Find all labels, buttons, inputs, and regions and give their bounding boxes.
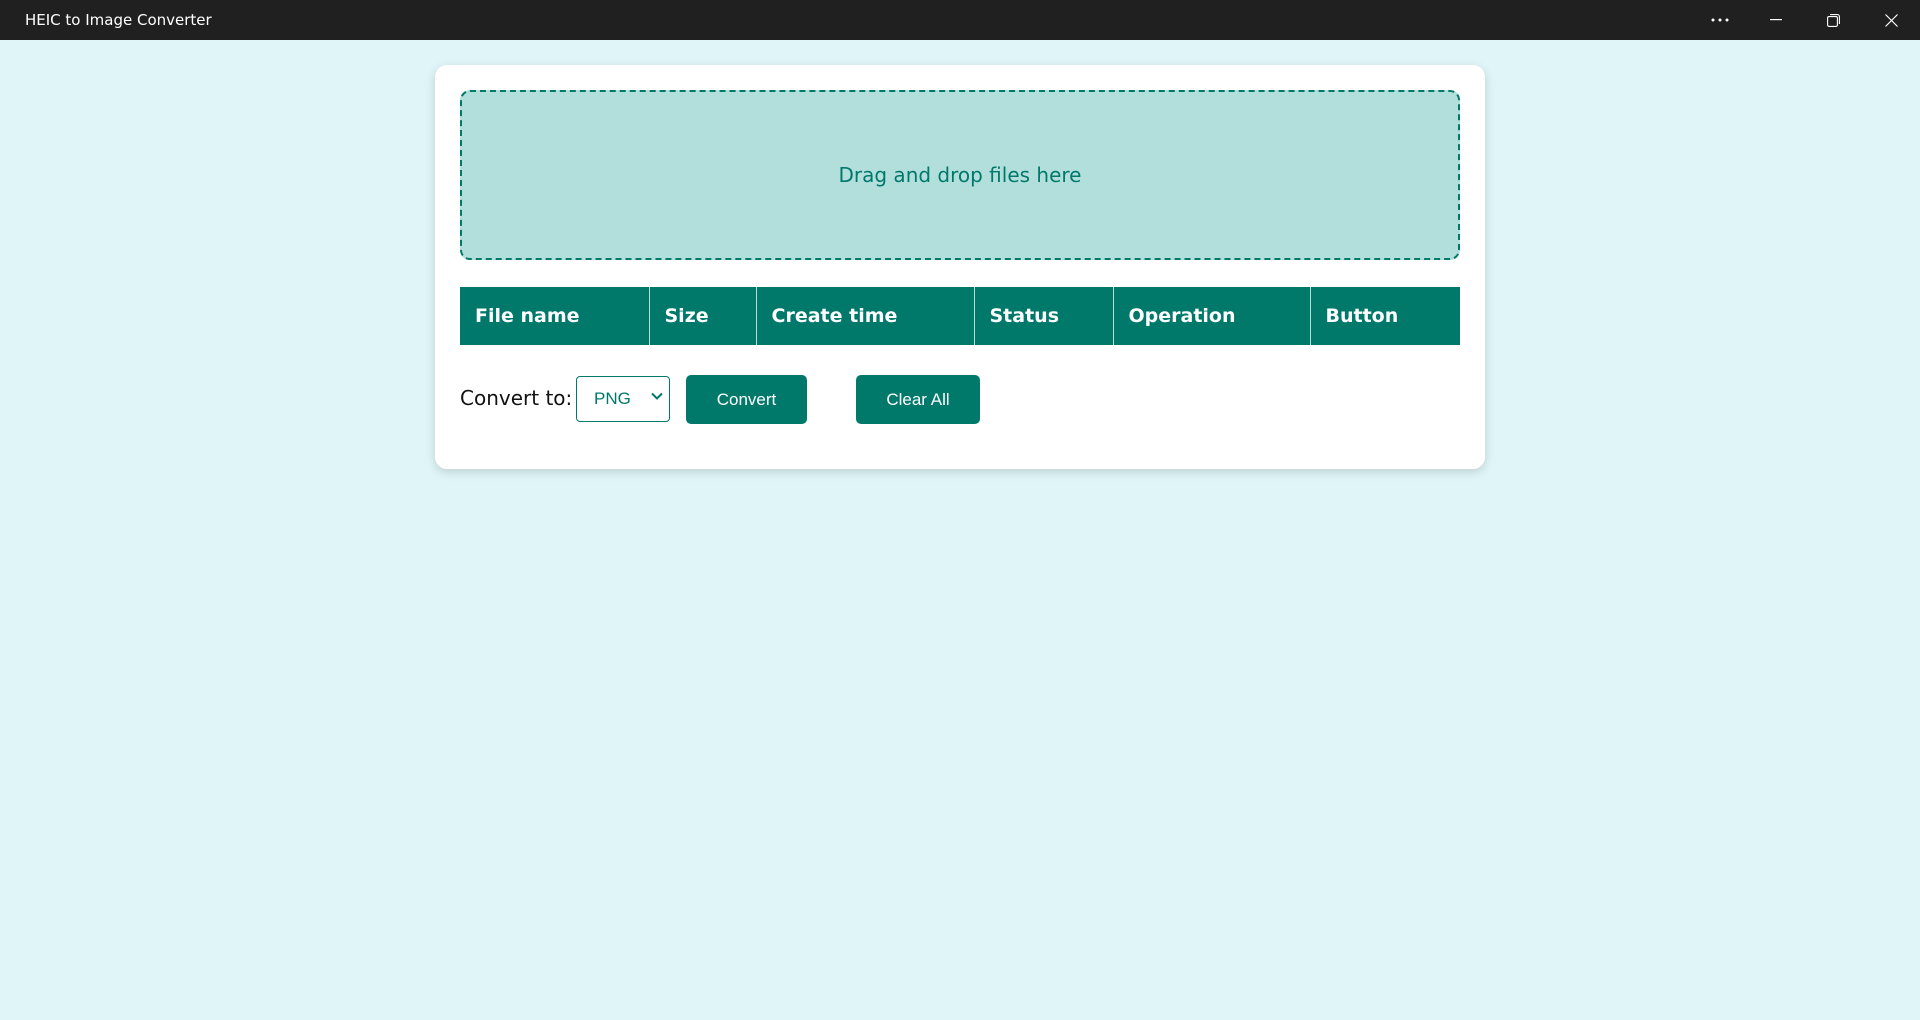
minimize-icon — [1770, 19, 1782, 21]
converter-card: Drag and drop files here File name Size … — [435, 65, 1485, 469]
close-button[interactable] — [1863, 0, 1919, 40]
column-header-file-name: File name — [460, 287, 649, 345]
format-select-value: PNG — [594, 389, 631, 408]
column-header-operation: Operation — [1112, 287, 1310, 345]
conversion-controls: Convert to: PNG Convert Clear All — [460, 370, 1460, 424]
more-icon — [1711, 18, 1729, 22]
restore-icon — [1826, 13, 1840, 27]
restore-button[interactable] — [1805, 0, 1861, 40]
convert-button[interactable]: Convert — [686, 375, 807, 424]
chevron-down-icon — [651, 392, 663, 400]
convert-to-label: Convert to: — [460, 386, 573, 410]
dropzone-text: Drag and drop files here — [838, 163, 1082, 187]
file-table: File name Size Create time Status Operat… — [460, 287, 1460, 345]
table-header-row: File name Size Create time Status Operat… — [460, 287, 1460, 345]
column-header-create-time: Create time — [755, 287, 974, 345]
minimize-button[interactable] — [1748, 0, 1804, 40]
title-bar: HEIC to Image Converter — [0, 0, 1920, 40]
more-options-button[interactable] — [1692, 0, 1748, 40]
clear-all-button[interactable]: Clear All — [856, 375, 980, 424]
window-title: HEIC to Image Converter — [25, 11, 212, 29]
column-header-status: Status — [973, 287, 1113, 345]
column-header-size: Size — [648, 287, 756, 345]
column-header-button: Button — [1309, 287, 1460, 345]
file-dropzone[interactable]: Drag and drop files here — [460, 90, 1460, 260]
format-select[interactable]: PNG — [576, 376, 670, 422]
close-icon — [1884, 13, 1898, 27]
